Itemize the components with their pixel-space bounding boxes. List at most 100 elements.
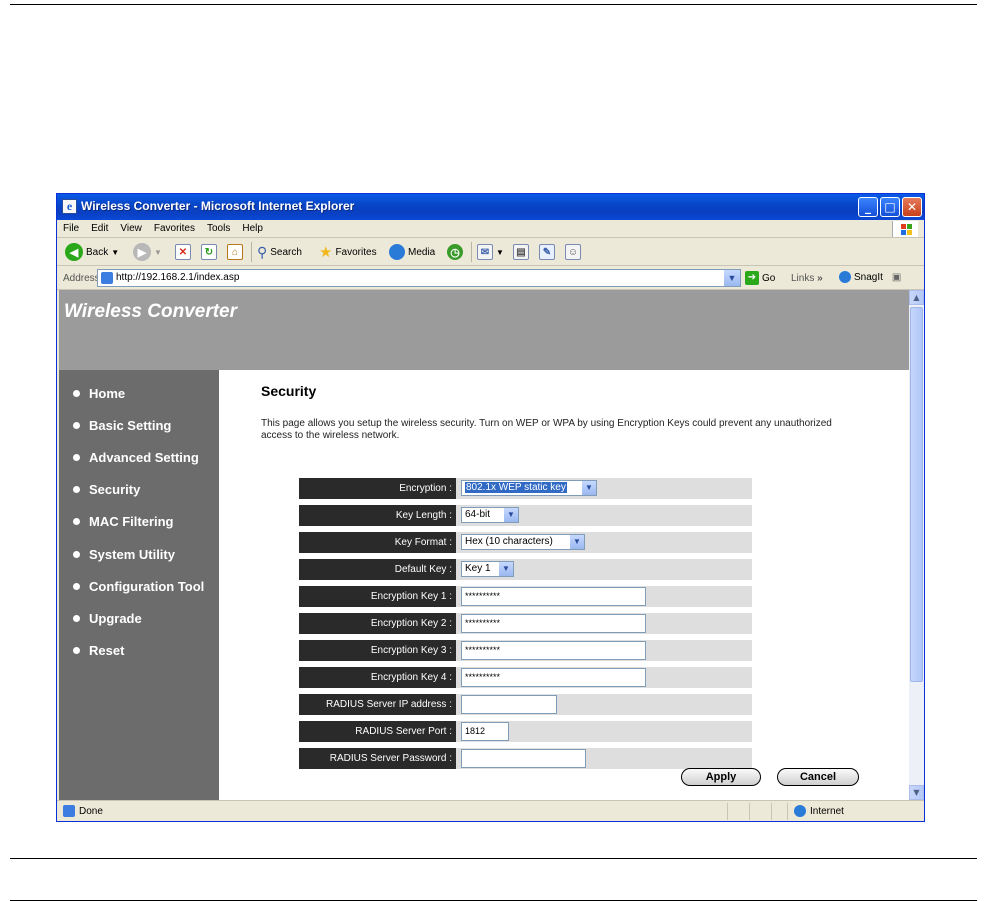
menu-edit[interactable]: Edit bbox=[85, 220, 114, 234]
bullet-icon bbox=[73, 582, 80, 590]
media-icon bbox=[389, 244, 405, 260]
encryption-value: 802.1x WEP static key bbox=[465, 482, 567, 493]
browser-window: e Wireless Converter - Microsoft Interne… bbox=[56, 193, 925, 822]
back-arrow-icon: ◀ bbox=[65, 243, 83, 261]
history-button[interactable]: ◷ bbox=[447, 242, 463, 262]
forward-arrow-icon: ▶ bbox=[133, 243, 151, 261]
nav-label: Advanced Setting bbox=[89, 449, 199, 465]
site-header: Wireless Converter bbox=[59, 290, 909, 370]
mail-button[interactable]: ✉ ▼ bbox=[477, 242, 504, 262]
radius-password-label: RADIUS Server Password : bbox=[299, 748, 456, 769]
go-button[interactable]: ➔ Go bbox=[745, 271, 775, 285]
nav-item-home[interactable]: Home bbox=[73, 383, 125, 403]
key-format-label: Key Format : bbox=[299, 532, 456, 553]
bullet-icon bbox=[73, 421, 80, 429]
form-row-default-key: Default Key : Key 1 ▼ bbox=[299, 559, 752, 580]
menu-view[interactable]: View bbox=[114, 220, 148, 234]
refresh-icon: ↻ bbox=[201, 244, 217, 260]
search-button[interactable]: ⚲ Search bbox=[257, 242, 302, 262]
nav-item-basic-setting[interactable]: Basic Setting bbox=[73, 415, 171, 435]
key-4-input[interactable]: ********** bbox=[461, 668, 646, 687]
nav-item-security[interactable]: Security bbox=[73, 479, 140, 499]
encryption-select[interactable]: 802.1x WEP static key ▼ bbox=[461, 480, 597, 496]
nav-item-reset[interactable]: Reset bbox=[73, 640, 124, 660]
address-url: http://192.168.2.1/index.asp bbox=[116, 272, 240, 283]
forward-button[interactable]: ▶ ▼ bbox=[133, 242, 162, 262]
nav-label: Security bbox=[89, 481, 141, 497]
nav-label: Home bbox=[89, 385, 126, 401]
default-key-select[interactable]: Key 1 ▼ bbox=[461, 561, 514, 577]
key-length-label: Key Length : bbox=[299, 505, 456, 526]
bullet-icon bbox=[73, 517, 80, 525]
menu-file[interactable]: File bbox=[57, 220, 85, 234]
snagit-button[interactable]: SnagIt ▣ bbox=[839, 271, 901, 283]
nav-item-upgrade[interactable]: Upgrade bbox=[73, 608, 142, 628]
nav-item-advanced-setting[interactable]: Advanced Setting bbox=[73, 447, 199, 467]
chevron-down-icon: ▼ bbox=[504, 508, 518, 522]
radius-ip-input[interactable] bbox=[461, 695, 557, 714]
close-button[interactable]: ✕ bbox=[902, 197, 922, 217]
form-row-key-length: Key Length : 64-bit ▼ bbox=[299, 505, 752, 526]
nav-item-mac-filtering[interactable]: MAC Filtering bbox=[73, 511, 174, 531]
key-format-select[interactable]: Hex (10 characters) ▼ bbox=[461, 534, 585, 550]
menu-tools[interactable]: Tools bbox=[201, 220, 236, 234]
cancel-button[interactable]: Cancel bbox=[777, 768, 859, 786]
address-input[interactable]: http://192.168.2.1/index.asp ▼ bbox=[97, 269, 741, 287]
nav-item-system-utility[interactable]: System Utility bbox=[73, 544, 175, 564]
site-brand: Wireless Converter bbox=[64, 301, 238, 322]
address-dropdown-icon[interactable]: ▼ bbox=[724, 270, 740, 286]
back-label: Back bbox=[86, 246, 109, 258]
vertical-scrollbar[interactable]: ▲ ▼ bbox=[909, 290, 924, 800]
mail-icon: ✉ bbox=[477, 244, 493, 260]
nav-label: Reset bbox=[89, 642, 125, 658]
snagit-capture-icon: ▣ bbox=[891, 271, 902, 283]
globe-icon bbox=[794, 805, 806, 817]
form-row-radius-ip: RADIUS Server IP address : bbox=[299, 694, 752, 715]
refresh-button[interactable]: ↻ bbox=[201, 242, 217, 262]
apply-button[interactable]: Apply bbox=[681, 768, 761, 786]
key-length-select[interactable]: 64-bit ▼ bbox=[461, 507, 519, 523]
stop-icon: ✕ bbox=[175, 244, 191, 260]
favorites-label: Favorites bbox=[335, 246, 377, 258]
status-text: Done bbox=[79, 805, 103, 817]
links-toolbar[interactable]: Links » bbox=[791, 273, 823, 284]
minimize-button[interactable]: _ bbox=[858, 197, 878, 217]
scroll-down-icon[interactable]: ▼ bbox=[909, 785, 924, 800]
maximize-button[interactable]: □ bbox=[880, 197, 900, 217]
zone-text: Internet bbox=[810, 805, 844, 817]
go-arrow-icon: ➔ bbox=[745, 271, 759, 285]
page-icon bbox=[63, 805, 75, 817]
title-bar: e Wireless Converter - Microsoft Interne… bbox=[57, 194, 924, 220]
favorites-button[interactable]: ★ Favorites bbox=[319, 242, 377, 262]
key-2-input[interactable]: ********** bbox=[461, 614, 646, 633]
form-row-radius-password: RADIUS Server Password : bbox=[299, 748, 752, 769]
messenger-button[interactable]: ☺ bbox=[565, 242, 581, 262]
key-3-label: Encryption Key 3 : bbox=[299, 640, 456, 661]
key-format-value: Hex (10 characters) bbox=[465, 536, 553, 547]
standard-toolbar: ◀ Back ▼ ▶ ▼ ✕ ↻ ⌂ ⚲ Search ★ Favorites … bbox=[57, 238, 924, 266]
forward-dropdown-icon: ▼ bbox=[154, 247, 162, 257]
back-button[interactable]: ◀ Back ▼ bbox=[65, 242, 119, 262]
radius-password-input[interactable] bbox=[461, 749, 586, 768]
scroll-thumb[interactable] bbox=[910, 307, 923, 682]
stop-button[interactable]: ✕ bbox=[175, 242, 191, 262]
bullet-icon bbox=[73, 389, 80, 397]
chevron-down-icon: ▼ bbox=[499, 562, 513, 576]
menu-help[interactable]: Help bbox=[236, 220, 269, 234]
edit-button[interactable]: ✎ bbox=[539, 242, 555, 262]
scroll-up-icon[interactable]: ▲ bbox=[909, 290, 924, 305]
nav-item-configuration-tool[interactable]: Configuration Tool bbox=[73, 576, 204, 596]
menu-favorites[interactable]: Favorites bbox=[148, 220, 201, 234]
key-4-label: Encryption Key 4 : bbox=[299, 667, 456, 688]
media-button[interactable]: Media bbox=[389, 242, 435, 262]
window-title: Wireless Converter - Microsoft Internet … bbox=[81, 199, 355, 213]
key-3-input[interactable]: ********** bbox=[461, 641, 646, 660]
status-done: Done bbox=[63, 805, 103, 817]
key-1-label: Encryption Key 1 : bbox=[299, 586, 456, 607]
key-2-label: Encryption Key 2 : bbox=[299, 613, 456, 634]
print-button[interactable]: ▤ bbox=[513, 242, 529, 262]
go-label: Go bbox=[762, 272, 776, 284]
home-button[interactable]: ⌂ bbox=[227, 242, 243, 262]
key-1-input[interactable]: ********** bbox=[461, 587, 646, 606]
radius-port-input[interactable]: 1812 bbox=[461, 722, 509, 741]
